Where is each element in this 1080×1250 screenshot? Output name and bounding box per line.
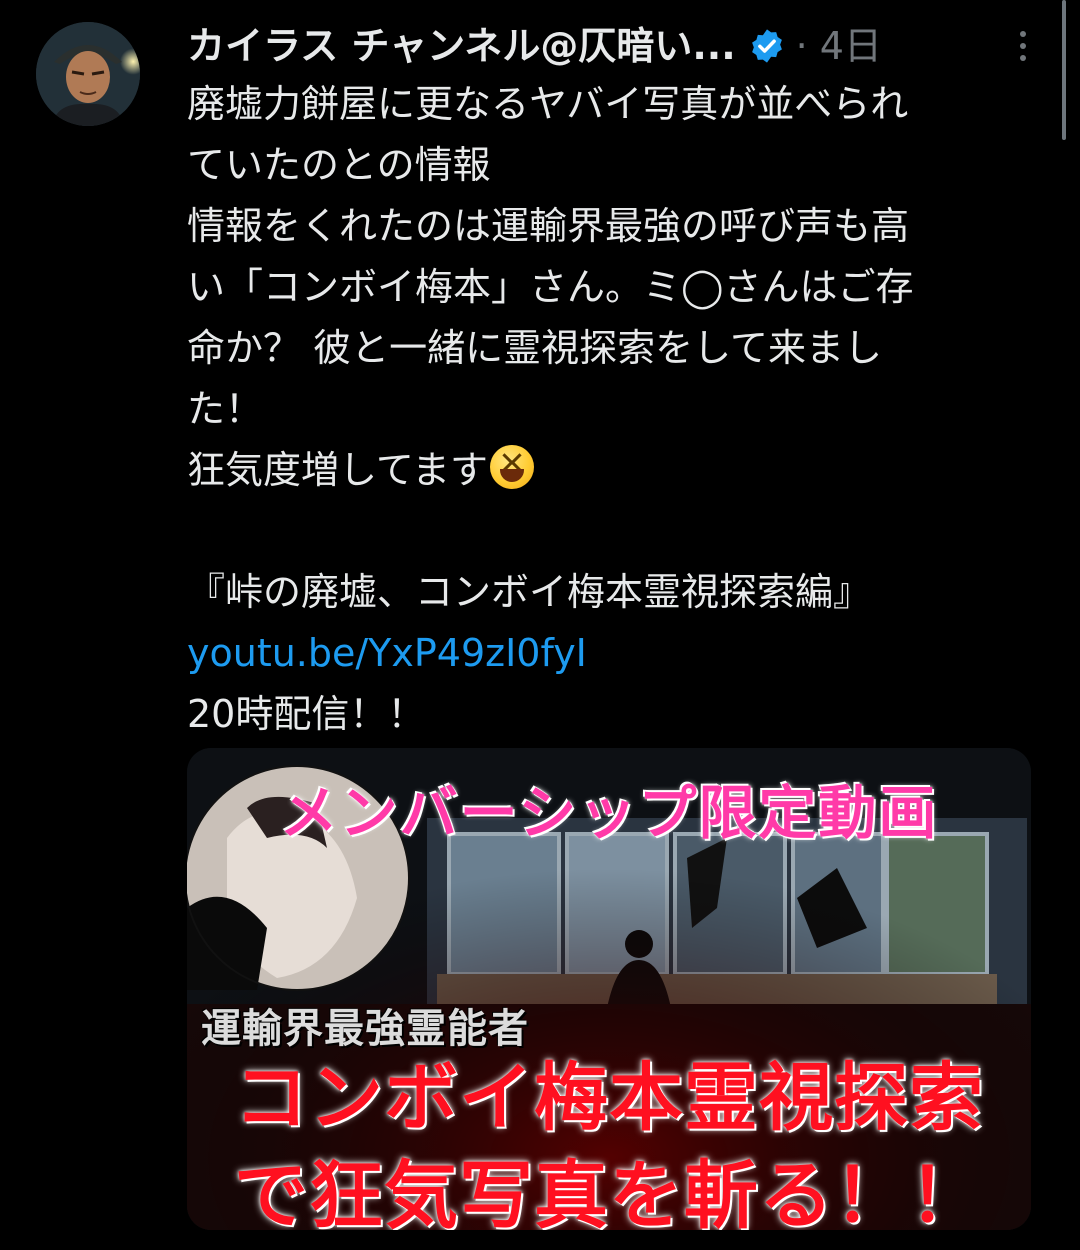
post-text-line: 情報をくれたのは運輸界最強の呼び声も高 xyxy=(187,204,910,248)
author-name[interactable]: カイラス チャンネル@仄暗い... xyxy=(187,18,736,74)
post-text-line: ていたのとの情報 xyxy=(187,143,491,187)
post-text: 狂気度増してます xyxy=(187,448,488,492)
verified-badge-icon xyxy=(751,29,782,63)
post-text-line: た！ xyxy=(187,387,264,431)
post-header: カイラス チャンネル@仄暗い... · 4日 xyxy=(187,18,1047,74)
post-text-line: 命か？ 彼と一緒に霊視探索をして来まし xyxy=(187,326,882,370)
scrollbar[interactable] xyxy=(1062,0,1066,140)
post-text-line: 廃墟力餅屋に更なるヤバイ写真が並べられ xyxy=(187,82,909,126)
author-avatar[interactable] xyxy=(36,22,140,126)
grinning-squinting-face-emoji xyxy=(489,445,534,489)
post-timestamp[interactable]: · 4日 xyxy=(796,18,882,74)
post-body: 廃墟力餅屋に更なるヤバイ写真が並べられ ていたのとの情報 情報をくれたのは運輸界… xyxy=(187,74,1057,745)
thumbnail-banner: メンバーシップ限定動画 xyxy=(279,779,939,847)
video-title: 『峠の廃墟、コンボイ梅本霊視探索編』 xyxy=(187,570,872,614)
post-text-line: い「コンボイ梅本」さん。ミ◯さんはご存 xyxy=(187,265,914,309)
thumbnail-caption-line-2: で狂気写真を斬る！！ xyxy=(234,1153,984,1230)
more-options-icon[interactable] xyxy=(1008,18,1038,74)
youtube-link[interactable]: youtu.be/YxP49zI0fyI xyxy=(187,623,1057,684)
post-text-line-with-emoji: 狂気度増してます xyxy=(187,440,1057,501)
thumbnail-caption-line-1: コンボイ梅本霊視探索 xyxy=(234,1055,984,1141)
avatar-illustration xyxy=(36,22,140,126)
stream-time: 20時配信！！ xyxy=(187,692,426,736)
video-thumbnail[interactable]: メンバーシップ限定動画 運輸界最強霊能者 コンボイ梅本霊視探索 で狂気写真を斬る… xyxy=(187,748,1031,1230)
